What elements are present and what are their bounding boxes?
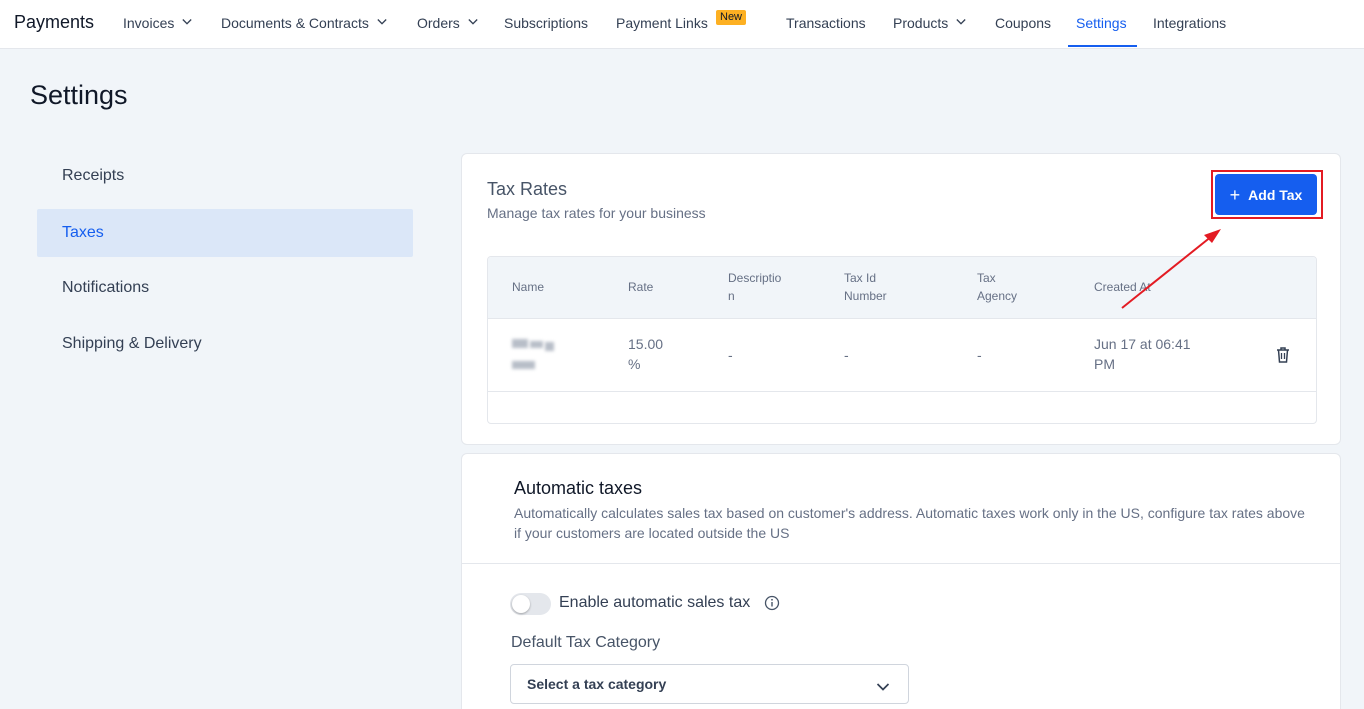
page-title: Settings (30, 80, 128, 110)
chevron-down-icon (956, 18, 966, 28)
automatic-taxes-description: Automatically calculates sales tax based… (514, 505, 1305, 541)
cell-agency: - (977, 347, 982, 363)
automatic-taxes-card: Automatic taxes Automatically calculates… (461, 453, 1341, 709)
table-header: Name Rate Descriptio n Tax Id Number Tax… (488, 257, 1316, 319)
column-header-tax-id: Tax Id Number (844, 271, 887, 303)
sidebar-item-shipping-delivery[interactable]: Shipping & Delivery (37, 320, 413, 368)
nav-invoices[interactable]: Invoices (123, 15, 192, 31)
column-header-tax-agency: Tax Agency (977, 271, 1018, 303)
cell-tax-id: - (844, 347, 849, 363)
nav-documents-contracts[interactable]: Documents & Contracts (221, 15, 387, 31)
tax-rates-table: Name Rate Descriptio n Tax Id Number Tax… (487, 256, 1317, 424)
nav-subscriptions[interactable]: Subscriptions (504, 15, 588, 31)
brand-title[interactable]: Payments (14, 12, 94, 33)
redacted-name (512, 339, 556, 373)
chevron-down-icon (876, 679, 890, 691)
new-badge: New (716, 10, 747, 25)
column-header-description: Descriptio n (728, 271, 782, 303)
trash-icon[interactable] (1275, 346, 1291, 364)
select-value: Select a tax category (527, 676, 667, 692)
nav-payment-links[interactable]: Payment Links (616, 15, 708, 31)
cell-description: - (728, 347, 733, 363)
add-tax-button[interactable]: + Add Tax (1215, 174, 1317, 215)
column-header-created-at: Created At (1094, 280, 1151, 294)
cell-rate: 15.00 % (628, 336, 664, 372)
tax-rates-card: Tax Rates Manage tax rates for your busi… (461, 153, 1341, 445)
chevron-down-icon (182, 18, 192, 28)
toggle-label: Enable automatic sales tax (559, 594, 751, 611)
tax-rates-subtitle: Manage tax rates for your business (487, 205, 706, 221)
default-tax-category-label: Default Tax Category (511, 634, 661, 651)
chevron-down-icon (377, 18, 387, 28)
info-icon[interactable] (764, 595, 780, 611)
tax-rates-title: Tax Rates (487, 179, 568, 199)
top-navigation: Payments Invoices Documents & Contracts … (0, 0, 1364, 49)
automatic-taxes-title: Automatic taxes (514, 478, 643, 498)
nav-settings[interactable]: Settings (1076, 15, 1127, 31)
column-header-name: Name (512, 280, 545, 294)
tax-category-select[interactable]: Select a tax category (510, 664, 909, 704)
nav-coupons[interactable]: Coupons (995, 15, 1051, 31)
column-header-rate: Rate (628, 280, 654, 294)
table-row[interactable]: 15.00 % - - - Jun 17 at 06:41 PM (488, 319, 1316, 392)
chevron-down-icon (468, 18, 478, 28)
toggle-knob (512, 595, 530, 613)
nav-transactions[interactable]: Transactions (786, 15, 866, 31)
nav-products[interactable]: Products (893, 15, 966, 31)
nav-orders[interactable]: Orders (417, 15, 478, 31)
sidebar-item-notifications[interactable]: Notifications (37, 264, 413, 312)
automatic-sales-tax-toggle[interactable] (510, 593, 551, 615)
sidebar-item-taxes[interactable]: Taxes (37, 209, 413, 257)
cell-created-at: Jun 17 at 06:41 PM (1094, 336, 1191, 372)
active-tab-indicator (1068, 45, 1137, 47)
plus-icon: + (1229, 184, 1241, 205)
divider (462, 563, 1340, 564)
sidebar-item-receipts[interactable]: Receipts (37, 152, 413, 200)
nav-integrations[interactable]: Integrations (1153, 15, 1226, 31)
